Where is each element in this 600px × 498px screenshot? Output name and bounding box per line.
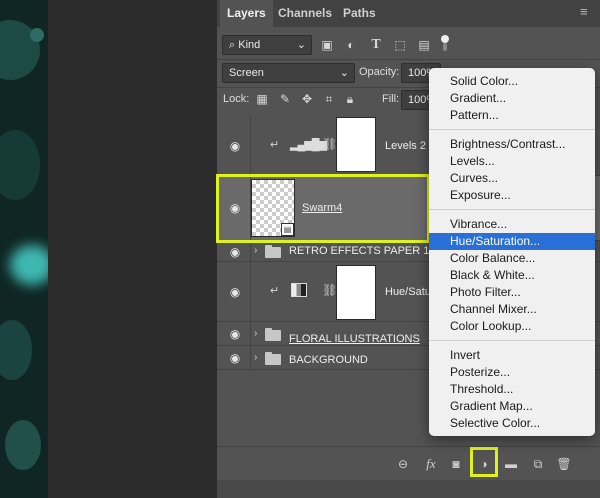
new-layer-icon[interactable]: ⧉ — [530, 456, 546, 472]
hue-saturation-adjustment-icon — [291, 283, 307, 297]
filter-toggle-icon[interactable] — [439, 33, 451, 51]
search-icon: ⌕ — [229, 39, 236, 51]
canvas-texture — [0, 130, 40, 200]
layer-mask-thumbnail[interactable] — [336, 117, 376, 172]
layer-name[interactable]: RETRO EFFECTS PAPER 15 — [289, 245, 436, 257]
menu-item-color-lookup[interactable]: Color Lookup... — [429, 318, 595, 335]
link-chain-icon[interactable]: ⛓︎ — [322, 283, 337, 297]
menu-item-threshold[interactable]: Threshold... — [429, 381, 595, 398]
menu-item-black-white[interactable]: Black & White... — [429, 267, 595, 284]
levels-adjustment-icon: ▂▄▆█▆ — [290, 139, 327, 151]
canvas-texture — [5, 420, 41, 470]
filter-kind-label: Kind — [238, 39, 261, 51]
fx-icon[interactable]: fx — [423, 456, 439, 472]
chevron-down-icon: ⌄ — [296, 39, 306, 51]
canvas-texture — [30, 28, 44, 42]
folder-icon — [265, 328, 281, 341]
tab-paths[interactable]: Paths — [336, 0, 383, 27]
lock-all-icon[interactable]: 🔒︎ — [341, 90, 359, 108]
blend-mode-value: Screen — [229, 67, 264, 79]
menu-item-levels[interactable]: Levels... — [429, 153, 595, 170]
menu-item-photo-filter[interactable]: Photo Filter... — [429, 284, 595, 301]
menu-item-exposure[interactable]: Exposure... — [429, 187, 595, 204]
highlight-selected-layer — [216, 174, 430, 243]
menu-item-vibrance[interactable]: Vibrance... — [429, 216, 595, 233]
filter-pixel-icon[interactable]: ▣ — [318, 36, 336, 54]
adjustment-layer-menu: Solid Color... Gradient... Pattern... Br… — [429, 68, 595, 436]
filter-smart-object-icon[interactable]: ▤ — [415, 36, 433, 54]
menu-item-channel-mixer[interactable]: Channel Mixer... — [429, 301, 595, 318]
link-chain-icon[interactable]: ⛓︎ — [322, 137, 337, 151]
layer-name[interactable]: Hue/Satur — [385, 286, 435, 298]
opacity-label: Opacity: — [359, 66, 400, 78]
menu-item-pattern[interactable]: Pattern... — [429, 107, 595, 124]
menu-item-color-balance[interactable]: Color Balance... — [429, 250, 595, 267]
lock-artboard-icon[interactable]: ⌗ — [320, 90, 338, 108]
new-group-icon[interactable]: ▬ — [503, 456, 519, 472]
highlight-adjustment-button — [470, 447, 498, 477]
layer-name[interactable]: BACKGROUND — [289, 354, 368, 366]
menu-item-hue-saturation[interactable]: Hue/Saturation... — [429, 233, 595, 250]
menu-item-curves[interactable]: Curves... — [429, 170, 595, 187]
clipping-arrow-icon: ↵ — [270, 139, 280, 151]
lock-paint-icon[interactable]: ✎ — [276, 90, 294, 108]
layer-mask-thumbnail[interactable] — [336, 265, 376, 320]
lock-label: Lock: — [223, 93, 250, 105]
filter-type-icon[interactable]: T — [367, 36, 385, 54]
visibility-eye-icon[interactable]: ◉ — [227, 352, 243, 364]
clipping-arrow-icon: ↵ — [270, 285, 280, 297]
layers-bottom-toolbar: ⊖ fx ◙ ◑ ▬ ⧉ 🗑︎ — [217, 446, 600, 481]
lock-move-icon[interactable]: ✥ — [298, 90, 316, 108]
folder-icon — [265, 245, 281, 258]
panel-menu-icon[interactable]: ≡ — [580, 5, 592, 18]
layer-name[interactable]: FLORAL ILLUSTRATIONS — [289, 333, 420, 345]
expand-chevron-icon[interactable]: › — [254, 353, 260, 363]
link-layers-icon[interactable]: ⊖ — [395, 456, 411, 472]
lock-transparent-icon[interactable]: ▦ — [253, 90, 271, 108]
filter-adjustment-icon[interactable]: ◐ — [342, 36, 360, 54]
canvas-glow — [10, 245, 48, 285]
layer-name[interactable]: Levels 2 — [385, 140, 426, 152]
filter-shape-icon[interactable]: ⬚ — [391, 36, 409, 54]
folder-icon — [265, 352, 281, 365]
menu-item-solid-color[interactable]: Solid Color... — [429, 73, 595, 90]
menu-item-gradient-map[interactable]: Gradient Map... — [429, 398, 595, 415]
tab-layers[interactable]: Layers — [220, 0, 273, 27]
filter-kind-select[interactable]: ⌕ Kind ⌄ — [222, 35, 312, 55]
menu-item-gradient[interactable]: Gradient... — [429, 90, 595, 107]
visibility-eye-icon[interactable]: ◉ — [227, 286, 243, 298]
visibility-eye-icon[interactable]: ◉ — [227, 246, 243, 258]
fill-label: Fill: — [382, 93, 400, 105]
document-canvas[interactable] — [0, 0, 48, 498]
add-mask-icon[interactable]: ◙ — [448, 456, 464, 472]
menu-item-selective-color[interactable]: Selective Color... — [429, 415, 595, 432]
panel-tab-bar: Layers Channels Paths ≡ — [217, 0, 600, 27]
visibility-eye-icon[interactable]: ◉ — [227, 328, 243, 340]
menu-item-posterize[interactable]: Posterize... — [429, 364, 595, 381]
menu-item-brightness-contrast[interactable]: Brightness/Contrast... — [429, 136, 595, 153]
pasteboard — [48, 0, 217, 498]
visibility-eye-icon[interactable]: ◉ — [227, 140, 243, 152]
blend-mode-select[interactable]: Screen ⌄ — [222, 63, 355, 83]
panel-footer — [217, 480, 600, 498]
expand-chevron-icon[interactable]: › — [254, 329, 260, 339]
tab-channels[interactable]: Channels — [271, 0, 339, 27]
chevron-down-icon: ⌄ — [339, 67, 349, 79]
expand-chevron-icon[interactable]: › — [254, 246, 260, 256]
menu-item-invert[interactable]: Invert — [429, 347, 595, 364]
delete-icon[interactable]: 🗑︎ — [556, 456, 572, 472]
canvas-texture — [0, 320, 32, 380]
